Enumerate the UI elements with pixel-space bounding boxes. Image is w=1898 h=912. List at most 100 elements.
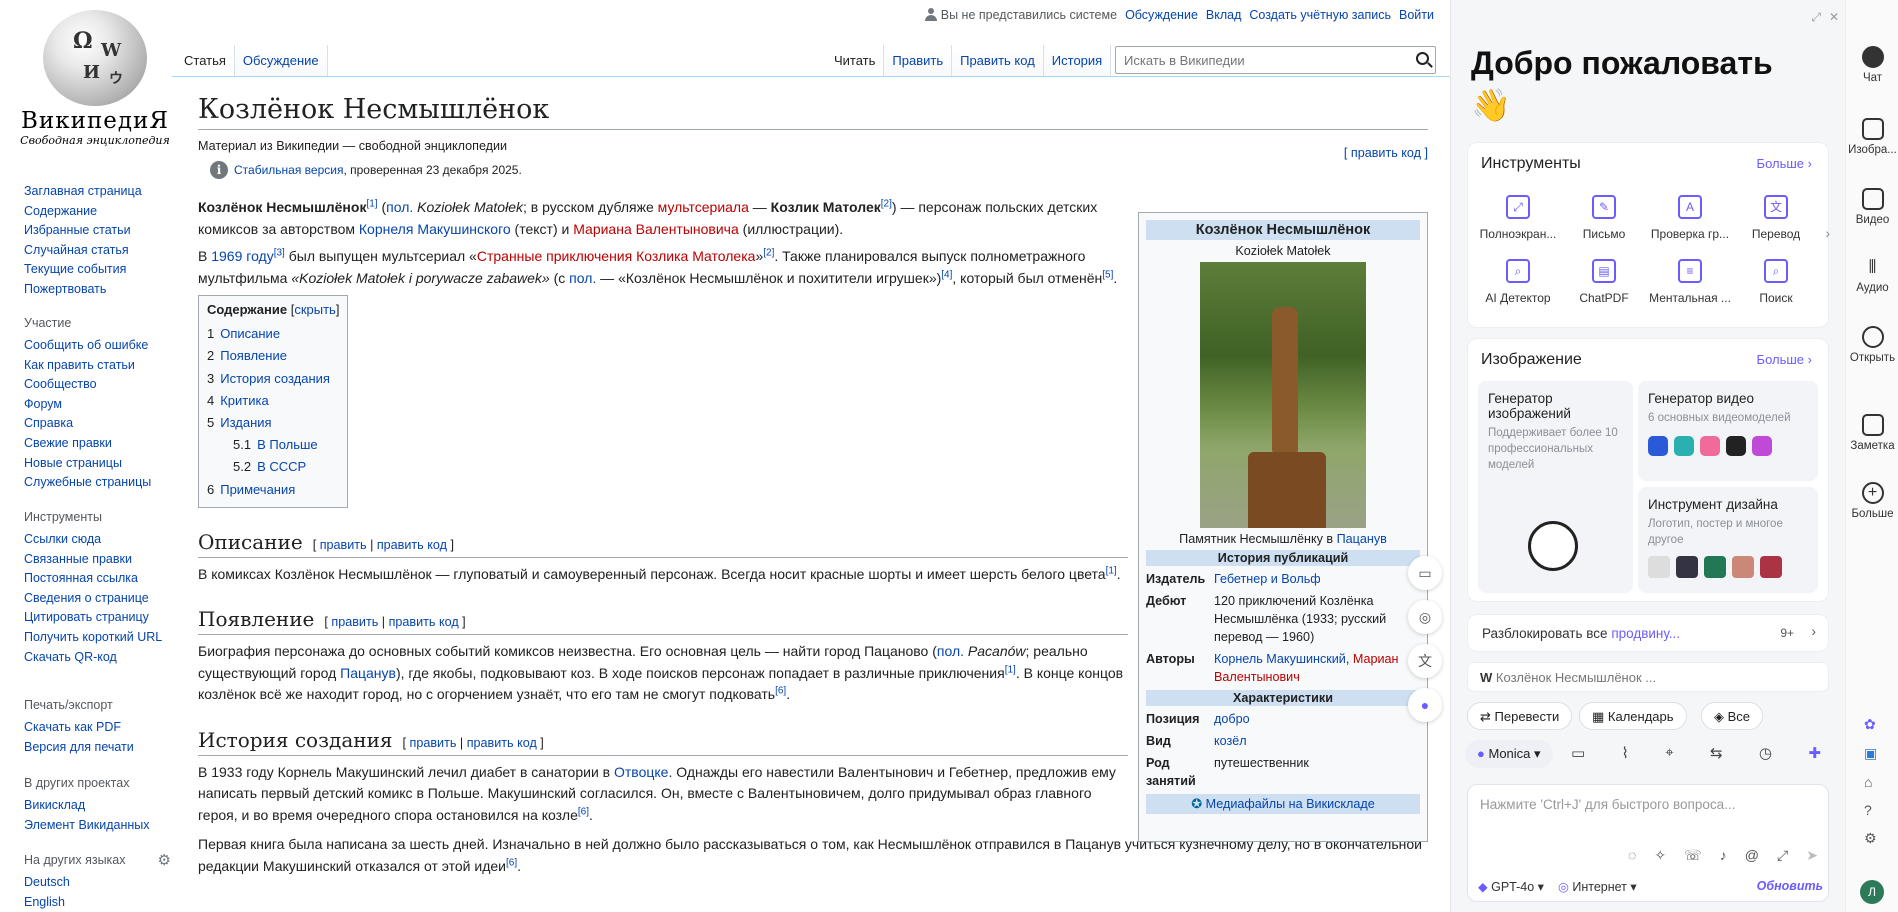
tool-mindmap[interactable]: ≡ Ментальная ...: [1648, 259, 1732, 305]
unlock-banner[interactable]: Разблокировать все продвину... 9+ ›: [1467, 614, 1829, 652]
design-tool-card[interactable]: Инструмент дизайна Логотип, постер и мно…: [1638, 487, 1818, 593]
tools-more-button[interactable]: Больше ›: [1757, 156, 1812, 171]
tool-letter[interactable]: ✎ Письмо: [1562, 195, 1646, 241]
panel-close-icon[interactable]: ✕: [1829, 10, 1839, 24]
toc-item[interactable]: 5.2 В СССР: [207, 456, 339, 478]
create-account-link[interactable]: Создать учётную запись: [1249, 8, 1391, 22]
section-edit-link[interactable]: править: [410, 736, 457, 750]
toc-hide-button[interactable]: скрыть: [294, 302, 336, 317]
update-button[interactable]: Обновить: [1757, 879, 1823, 894]
broadcast-icon[interactable]: ◎: [1408, 600, 1442, 634]
nav-help[interactable]: Справка: [24, 414, 169, 434]
tool-grammar[interactable]: A Проверка гр...: [1648, 195, 1732, 241]
toc-item[interactable]: 6 Примечания: [207, 479, 339, 501]
panel-expand-icon[interactable]: ⤢: [1811, 10, 1821, 25]
model-selector[interactable]: ◆ GPT-4o ▾: [1478, 879, 1544, 894]
rail-image[interactable]: Изобра...: [1846, 118, 1898, 156]
search-input[interactable]: [1115, 46, 1436, 74]
rail-chat[interactable]: Чат: [1846, 46, 1898, 84]
otwock-link[interactable]: Отвоцке: [614, 764, 668, 780]
tab-talk[interactable]: Обсуждение: [234, 45, 328, 77]
mic-icon[interactable]: ♪: [1720, 847, 1727, 864]
caption-town-link[interactable]: Пацанув: [1337, 532, 1387, 546]
history-icon[interactable]: ◷: [1759, 744, 1772, 762]
settings-icon[interactable]: ⇆: [1710, 744, 1723, 762]
lang-link-polish[interactable]: пол.: [937, 643, 964, 659]
ref-link[interactable]: [2]: [763, 247, 774, 258]
gift-icon[interactable]: ✿: [1864, 716, 1877, 733]
author-link[interactable]: Корнеля Макушинского: [359, 221, 511, 237]
user-contributions-link[interactable]: Вклад: [1206, 8, 1242, 22]
mention-icon[interactable]: @: [1745, 847, 1759, 864]
nav-related-changes[interactable]: Связанные правки: [24, 550, 169, 570]
user-talk-link[interactable]: Обсуждение: [1125, 8, 1198, 22]
nav-how-to-edit[interactable]: Как править статьи: [24, 356, 169, 376]
toc-item[interactable]: 1 Описание: [207, 323, 339, 345]
nav-page-info[interactable]: Сведения о странице: [24, 589, 169, 609]
rail-more[interactable]: + Больше: [1846, 482, 1898, 520]
screenshot-icon[interactable]: ◌: [1628, 847, 1636, 864]
home-icon[interactable]: ⌂: [1864, 774, 1877, 790]
tab-history[interactable]: История: [1043, 45, 1112, 77]
ref-link[interactable]: [1]: [366, 198, 377, 209]
ref-link[interactable]: [1]: [1005, 664, 1016, 675]
ref-link[interactable]: [6]: [578, 806, 589, 817]
attach-icon[interactable]: ⌇: [1622, 744, 1629, 762]
chat-input[interactable]: Нажмите 'Ctrl+J' для быстрого вопроса...…: [1467, 784, 1829, 902]
image-generator-card[interactable]: Генератор изображений Поддерживает более…: [1478, 381, 1633, 593]
tab-edit[interactable]: Править: [884, 45, 953, 77]
section-edit-link[interactable]: править: [331, 615, 378, 629]
nav-report-error[interactable]: Сообщить об ошибке: [24, 336, 169, 356]
ref-link[interactable]: [1]: [1106, 565, 1117, 576]
kind-link[interactable]: козёл: [1214, 732, 1247, 750]
nav-download-pdf[interactable]: Скачать как PDF: [24, 718, 169, 738]
nav-random[interactable]: Случайная статья: [24, 241, 169, 261]
page-context-chip[interactable]: W Козлёнок Несмышлёнок ...: [1467, 662, 1829, 692]
nav-special-pages[interactable]: Служебные страницы: [24, 473, 169, 493]
statue-photo[interactable]: [1200, 262, 1366, 528]
nav-contents[interactable]: Содержание: [24, 202, 169, 222]
author-link[interactable]: Корнель Макушинский: [1214, 652, 1346, 666]
section-edit-link[interactable]: править: [320, 538, 367, 552]
publisher-link[interactable]: Гебетнер и Вольф: [1214, 570, 1321, 588]
nav-forum[interactable]: Форум: [24, 395, 169, 415]
redlink-cartoon[interactable]: Странные приключения Козлика Матолека: [477, 248, 756, 264]
toc-item[interactable]: 3 История создания: [207, 368, 339, 390]
nav-donate[interactable]: Пожертвовать: [24, 280, 169, 300]
nav-short-url[interactable]: Получить короткий URL: [24, 630, 169, 645]
lang-deutsch[interactable]: Deutsch: [24, 873, 169, 893]
phone-icon[interactable]: ☏: [1684, 847, 1702, 864]
login-link[interactable]: Войти: [1399, 8, 1434, 22]
rail-audio[interactable]: ⦀ Аудио: [1846, 256, 1898, 294]
position-link[interactable]: добро: [1214, 710, 1250, 728]
rail-video[interactable]: Видео: [1846, 188, 1898, 226]
ref-link[interactable]: [2]: [881, 198, 892, 209]
ref-link[interactable]: [5]: [1102, 269, 1113, 280]
nav-community[interactable]: Сообщество: [24, 375, 169, 395]
translate-icon[interactable]: 文: [1408, 644, 1442, 678]
lang-link-polish[interactable]: пол.: [569, 270, 596, 286]
nav-main-page[interactable]: Заглавная страница: [24, 182, 169, 202]
tool-search[interactable]: ⌕ Поиск: [1734, 259, 1818, 305]
nav-what-links-here[interactable]: Ссылки сюда: [24, 530, 169, 550]
translate-chip[interactable]: ⇄ Перевести: [1467, 702, 1573, 730]
lang-english[interactable]: English: [24, 893, 169, 912]
expand-icon[interactable]: ⤢: [1777, 847, 1788, 864]
commons-link-row[interactable]: ✪ Медиафайлы на Викискладе: [1146, 794, 1420, 814]
nav-qr-code[interactable]: Скачать QR-код: [24, 648, 169, 668]
ref-link[interactable]: [3]: [274, 247, 285, 258]
tool-ai-detector[interactable]: ⌕ AI Детектор: [1476, 259, 1560, 305]
search-icon[interactable]: [1416, 52, 1429, 65]
pin-icon[interactable]: ⌖: [1665, 744, 1673, 762]
video-generator-card[interactable]: Генератор видео 6 основных видеомоделей: [1638, 381, 1818, 481]
monica-selector[interactable]: ● Monica ▾: [1465, 740, 1553, 768]
edit-source-link-top[interactable]: [ править код ]: [1344, 146, 1428, 160]
gear-icon[interactable]: ⚙: [158, 851, 171, 869]
tool-chatpdf[interactable]: ▤ ChatPDF: [1562, 259, 1646, 305]
help-icon[interactable]: ?: [1864, 802, 1877, 818]
nav-recent-changes[interactable]: Свежие правки: [24, 434, 169, 454]
ref-link[interactable]: [6]: [506, 857, 517, 868]
redlink-series[interactable]: мультсериала: [658, 199, 749, 215]
rail-notes[interactable]: Заметка: [1846, 414, 1898, 452]
calendar-chip[interactable]: ▦ Календарь: [1579, 702, 1687, 730]
